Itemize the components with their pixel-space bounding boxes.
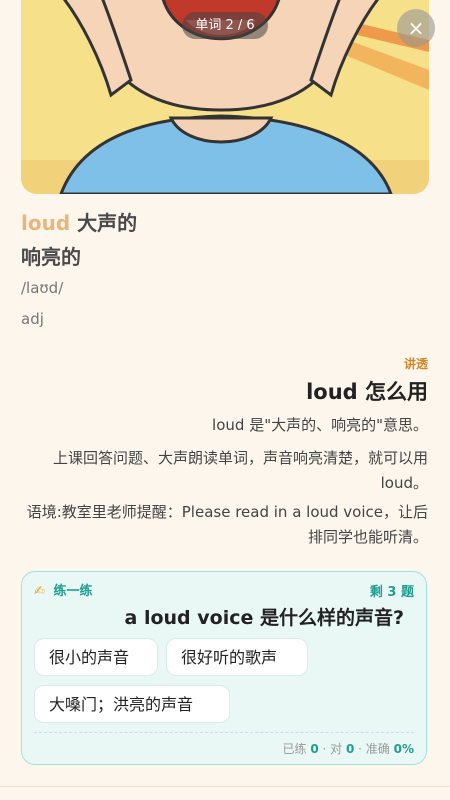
practice-card: ✍ 练一练 剩 3 题 a loud voice 是什么样的声音? 很小的声音 … [21,571,427,765]
practice-stats: 已练 0 · 对 0 · 准确 0% [282,742,414,756]
divider [34,732,414,733]
usage-paragraph: 语境:教室里老师提醒：Please read in a loud voice，让… [26,503,428,546]
word-term: loud [21,211,71,235]
word-counter-badge: 单词 2 / 6 [182,12,268,39]
close-icon: × [407,16,425,40]
usage-paragraph: loud 是"大声的、响亮的"意思。 [212,416,428,434]
remaining-count: 剩 3 题 [369,585,414,600]
answer-option[interactable]: 大嗓门；洪亮的声音 [34,685,230,723]
done-count: 0 [310,742,319,756]
word-meaning-2: 响亮的 [21,245,81,269]
usage-paragraph: 上课回答问题、大声朗读单词，声音响亮清楚，就可以用 loud。 [52,449,428,492]
word-heading: loud 大声的 [21,206,137,240]
answer-option[interactable]: 很小的声音 [34,638,158,676]
practice-header: ✍ 练一练 [34,580,92,599]
close-button[interactable]: × [397,9,435,47]
divider [0,786,450,787]
usage-title: loud 怎么用 [306,380,428,404]
accuracy-value: 0% [393,742,414,756]
correct-count: 0 [345,742,355,756]
practice-label: 练一练 [53,584,93,599]
word-phonetic: /laʊd/ [21,279,64,297]
answer-option[interactable]: 很好听的歌声 [166,638,308,676]
usage-tag: 讲透 [403,357,428,371]
practice-question: a loud voice 是什么样的声音? [124,607,404,629]
word-meaning-1: 大声的 [77,211,138,235]
writing-hand-icon: ✍ [34,584,45,599]
word-part-of-speech: adj [21,310,44,328]
